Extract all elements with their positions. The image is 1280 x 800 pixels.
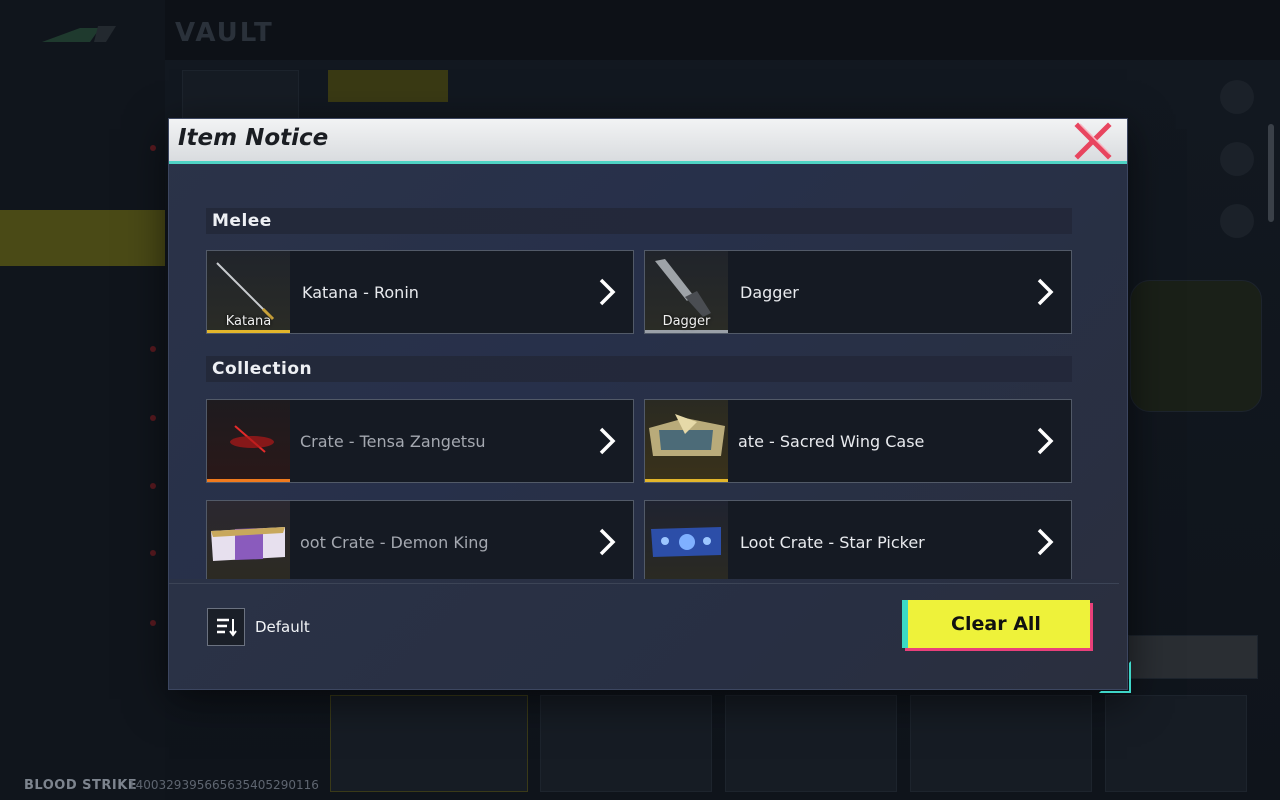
section-label: Collection	[212, 359, 313, 379]
chevron-right-icon	[1037, 427, 1054, 455]
section-label: Melee	[212, 211, 272, 231]
background-item-preview	[1130, 280, 1262, 412]
sacred-wing-case-icon	[649, 414, 725, 456]
background-tile	[1105, 695, 1247, 792]
clear-all-label: Clear All	[951, 613, 1041, 635]
bg-nav-item	[0, 142, 165, 198]
chevron-right-icon	[1037, 278, 1054, 306]
bg-nav-item	[0, 620, 165, 676]
bg-nav-item	[0, 416, 165, 472]
background-vault-title: VAULT	[175, 18, 274, 48]
star-picker-crate-icon	[651, 527, 721, 557]
chevron-right-icon	[599, 528, 616, 556]
item-card-sacred-wing-case[interactable]: ate - Sacred Wing Case	[644, 399, 1072, 483]
bg-nav-item	[0, 348, 165, 404]
chevron-right-icon	[1037, 528, 1054, 556]
item-name: Dagger	[740, 282, 799, 302]
background-moon-icon	[1220, 80, 1254, 114]
tensa-zangetsu-crate-icon	[230, 425, 274, 453]
item-card-star-picker-crate[interactable]: Loot Crate - Star Picker	[644, 500, 1072, 584]
item-name: Crate - Tensa Zangetsu	[300, 431, 486, 451]
sort-icon	[217, 618, 237, 637]
clear-all-button[interactable]: Clear All	[902, 600, 1090, 648]
section-header-melee: Melee	[206, 208, 1072, 234]
bg-nav-item	[0, 280, 165, 336]
sort-label: Default	[255, 618, 310, 636]
background-tile	[725, 695, 897, 792]
item-name: ate - Sacred Wing Case	[738, 431, 925, 451]
footer-player-id: 14003293956656354052901​16	[128, 778, 319, 792]
background-tile	[330, 695, 528, 792]
item-thumbnail	[207, 400, 290, 482]
thumbnail-label: Dagger	[662, 314, 711, 329]
thumbnail-label: Katana	[225, 314, 272, 329]
item-thumbnail	[645, 400, 728, 482]
rarity-bar	[645, 479, 728, 482]
bg-nav-item	[0, 484, 165, 540]
background-button	[1128, 635, 1258, 679]
section-header-collection: Collection	[206, 356, 1072, 382]
close-button[interactable]	[1073, 121, 1113, 161]
background-tile	[910, 695, 1092, 792]
item-thumbnail: Dagger	[645, 251, 728, 333]
background-tab	[328, 70, 448, 102]
footer-divider	[169, 583, 1119, 584]
footer-brand: BLOOD STRIKE	[24, 778, 138, 793]
demon-king-crate-icon	[211, 527, 285, 561]
item-card-dagger[interactable]: Dagger Dagger	[644, 250, 1072, 334]
item-card-demon-king-crate[interactable]: oot Crate - Demon King	[206, 500, 634, 584]
bg-nav-item	[0, 552, 165, 608]
dialog-header: Item Notice	[169, 119, 1127, 164]
item-thumbnail	[645, 501, 728, 583]
close-icon	[1074, 122, 1112, 160]
item-thumbnail	[207, 501, 290, 583]
item-card-katana-ronin[interactable]: Katana Katana - Ronin	[206, 250, 634, 334]
chevron-right-icon	[599, 278, 616, 306]
rarity-bar	[645, 330, 728, 333]
item-name: Loot Crate - Star Picker	[740, 532, 925, 552]
sort-button[interactable]	[207, 608, 245, 646]
dialog-title: Item Notice	[178, 125, 329, 151]
bg-nav-item-active	[0, 210, 165, 266]
item-name: oot Crate - Demon King	[300, 532, 489, 552]
item-card-tensa-zangetsu-crate[interactable]: Crate - Tensa Zangetsu	[206, 399, 634, 483]
item-notice-dialog: Item Notice Melee Collection Katana Kata…	[169, 119, 1127, 689]
background-tile	[540, 695, 712, 792]
app-logo-icon	[42, 26, 116, 42]
background-heart-icon	[1220, 204, 1254, 238]
item-thumbnail: Katana	[207, 251, 290, 333]
background-sidebar	[0, 0, 165, 800]
item-name: Katana - Ronin	[302, 282, 419, 302]
chevron-right-icon	[599, 427, 616, 455]
rarity-bar	[207, 330, 290, 333]
bg-nav-item	[0, 66, 165, 122]
background-star-icon	[1220, 142, 1254, 176]
background-scrollbar	[1268, 124, 1274, 222]
rarity-bar	[207, 479, 290, 482]
